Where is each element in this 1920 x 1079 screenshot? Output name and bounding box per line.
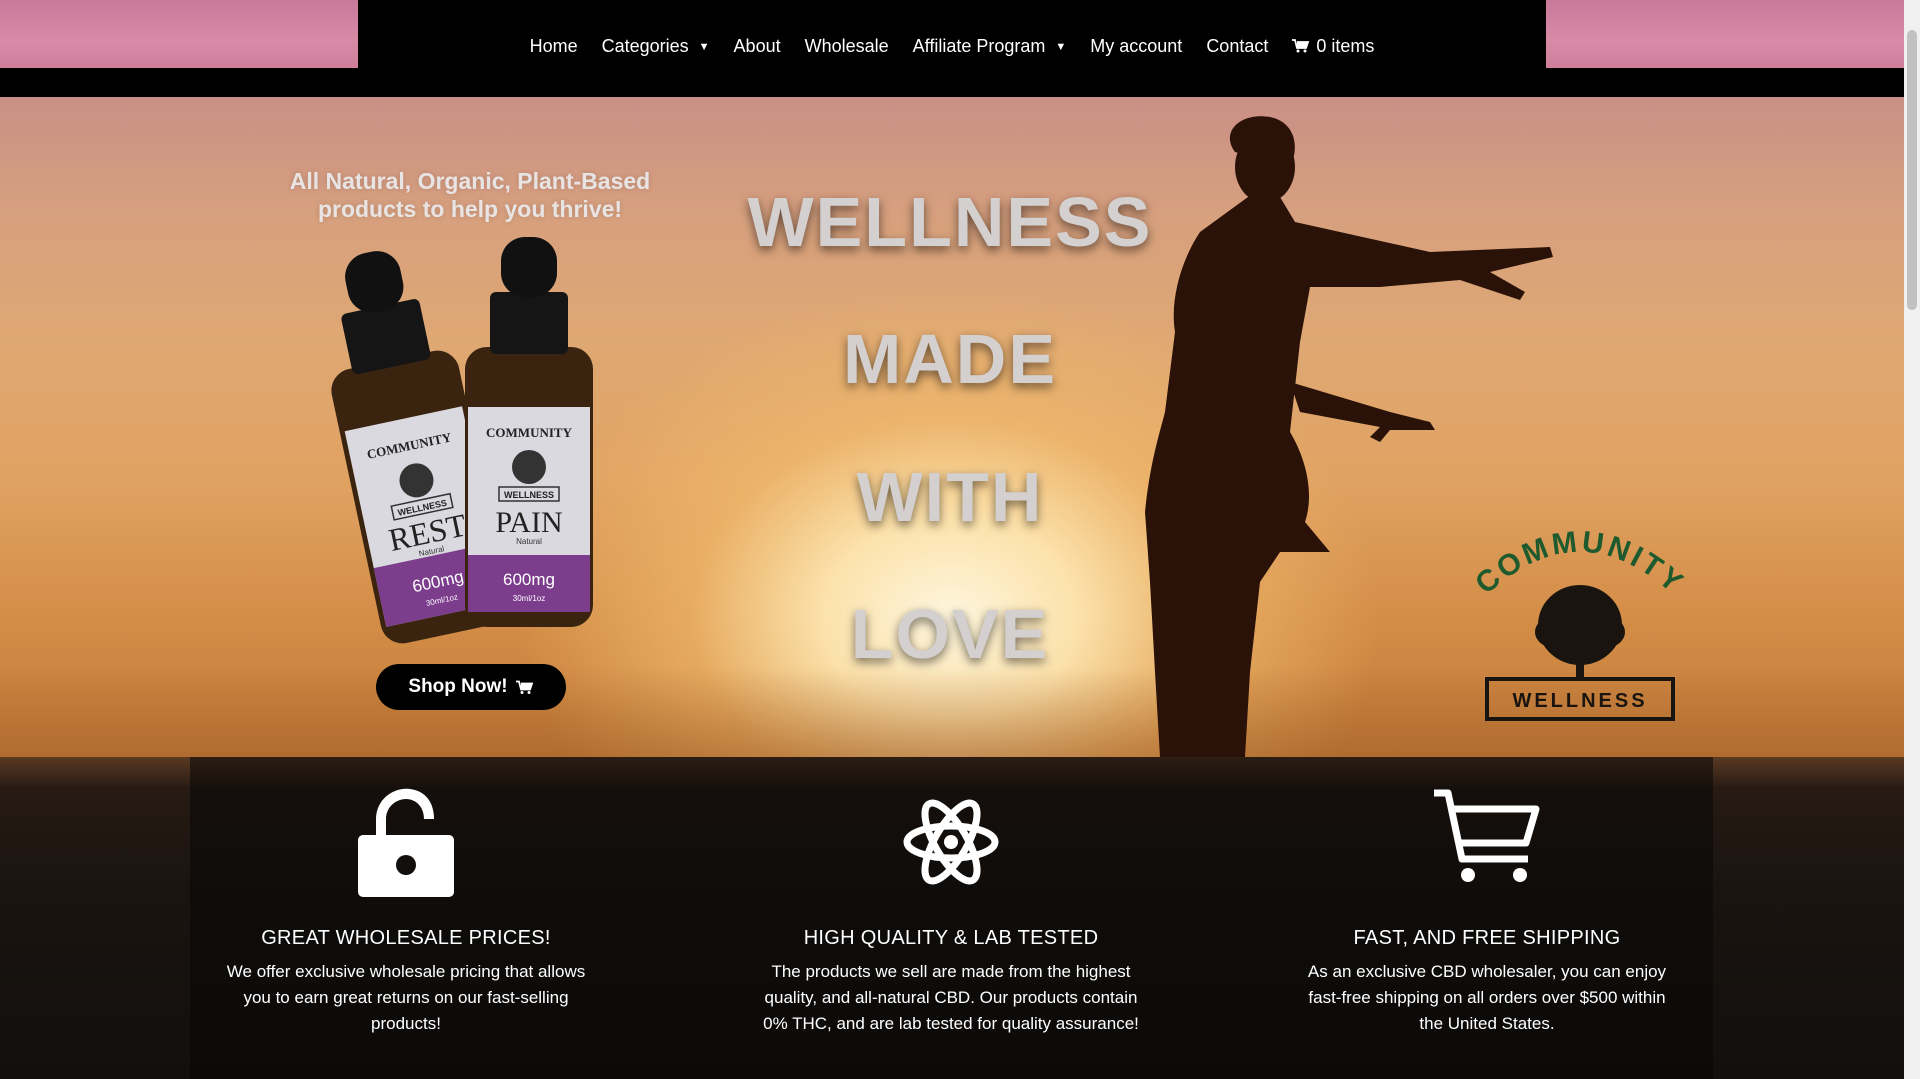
nav-wholesale-label: Wholesale — [804, 35, 889, 56]
headline-word-1: WELLNESS — [747, 183, 1153, 261]
header-banner-left — [0, 0, 358, 68]
product-bottles-image: COMMUNITY WELLNESS REST Natural 600mg 30… — [331, 237, 593, 644]
pain-bottle-name: PAIN — [495, 506, 562, 539]
nav-my-account[interactable]: My account — [1078, 36, 1194, 57]
feature-3-text: As an exclusive CBD wholesaler, you can … — [1307, 962, 1667, 1033]
shop-now-label: Shop Now! — [408, 676, 508, 697]
feature-1-title: GREAT WHOLESALE PRICES! — [261, 927, 551, 949]
feature-2-text: The products we sell are made from the h… — [763, 962, 1139, 1033]
main-menu: Home Categories ▼ About Wholesale Affilia… — [358, 0, 1546, 92]
chevron-down-icon: ▼ — [1055, 41, 1067, 53]
shopping-cart-icon — [1434, 789, 1540, 882]
hero-banner: All Natural, Organic, Plant-Based produc… — [0, 97, 1904, 757]
nav-affiliate-label: Affiliate Program — [912, 35, 1046, 56]
feature-1-text: We offer exclusive wholesale pricing tha… — [226, 962, 586, 1033]
atom-icon — [903, 799, 999, 885]
pain-bottle-band: WELLNESS — [504, 490, 554, 500]
headline-word-2: MADE — [842, 320, 1058, 398]
nav-affiliate-program[interactable]: Affiliate Program ▼ — [901, 36, 1079, 57]
nav-wholesale[interactable]: Wholesale — [793, 36, 901, 57]
features-panel: GREAT WHOLESALE PRICES! We offer exclusi… — [190, 757, 1713, 1079]
nav-home-label: Home — [529, 35, 578, 56]
header-banner-right — [1546, 0, 1904, 68]
feature-2-title: HIGH QUALITY & LAB TESTED — [803, 927, 1099, 949]
nav-categories-label: Categories — [601, 35, 689, 56]
pain-bottle-dose: 600mg — [503, 570, 555, 589]
community-wellness-logo: COMMUNITY WELLNESS — [1470, 525, 1688, 721]
nav-about-label: About — [733, 35, 781, 56]
cart-count-label: 0 items — [1316, 35, 1375, 56]
pain-bottle-variant: Natural — [516, 537, 542, 546]
hero-subtitle-line-2: products to help you thrive! — [317, 196, 623, 222]
features-section: GREAT WHOLESALE PRICES! We offer exclusi… — [0, 757, 1904, 1079]
nav-cart[interactable]: 0 items — [1280, 36, 1386, 57]
pain-bottle-size: 30ml/1oz — [513, 594, 545, 603]
nav-my-account-label: My account — [1090, 35, 1183, 56]
shop-now-button[interactable]: Shop Now! — [376, 664, 566, 710]
nav-about[interactable]: About — [722, 36, 793, 57]
nav-contact[interactable]: Contact — [1194, 36, 1280, 57]
hero-subtitle: All Natural, Organic, Plant-Based produc… — [270, 167, 670, 223]
nav-home[interactable]: Home — [518, 36, 590, 57]
logo-bottom-text: WELLNESS — [1512, 690, 1647, 712]
nav-categories[interactable]: Categories ▼ — [590, 36, 722, 57]
hero-subtitle-line-1: All Natural, Organic, Plant-Based — [289, 168, 651, 194]
headline-word-4: LOVE — [850, 595, 1050, 673]
nav-contact-label: Contact — [1206, 35, 1269, 56]
shopping-cart-icon — [515, 680, 533, 694]
headline-word-3: WITH — [856, 458, 1044, 536]
scrollbar-thumb[interactable] — [1907, 30, 1917, 310]
page-scrollbar[interactable] — [1904, 0, 1920, 1079]
unlocked-padlock-icon — [358, 788, 454, 897]
feature-3-title: FAST, AND FREE SHIPPING — [1353, 927, 1621, 949]
chevron-down-icon: ▼ — [698, 41, 710, 53]
pain-bottle-brand: COMMUNITY — [486, 425, 573, 440]
top-navigation-bar: Home Categories ▼ About Wholesale Affilia… — [0, 0, 1904, 97]
shopping-cart-icon — [1292, 39, 1310, 53]
